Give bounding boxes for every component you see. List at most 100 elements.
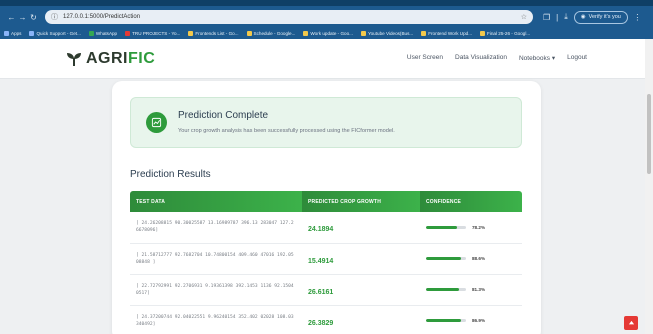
address-url[interactable]: 127.0.0.1:5000/PredictAction <box>63 14 521 20</box>
confidence-bar-fill <box>426 288 459 291</box>
browser-toolbar: ← → ↻ ⓘ 127.0.0.1:5000/PredictAction ☆ ❐… <box>0 6 653 28</box>
bookmark-label: Final 25-26 - Googl... <box>487 31 531 36</box>
bookmarks-bar: Apps Quick Support - Get... WhatsApp TRU PR… <box>0 28 653 39</box>
bookmark-star-icon[interactable]: ☆ <box>521 13 527 21</box>
scroll-to-top-button[interactable] <box>624 316 638 330</box>
app-navbar: AGRIFIC User Screen Data Visualization N… <box>0 39 645 79</box>
page-scrollbar[interactable] <box>645 39 653 334</box>
nav-link-user-screen[interactable]: User Screen <box>407 54 443 62</box>
table-row: [ 22.72792991 92.2706931 9.19361398 392.… <box>130 274 522 306</box>
confidence-cell: 78.2% <box>420 212 522 244</box>
bookmark-item[interactable]: Work update - Goo... <box>303 31 353 36</box>
bookmark-favicon-icon <box>303 31 309 36</box>
results-table: TEST DATA PREDICTED CROP GROWTH CONFIDEN… <box>130 191 522 334</box>
bookmark-item[interactable]: Schedule - Google... <box>246 31 296 36</box>
prediction-cell: 26.6161 <box>302 274 420 306</box>
confidence-percent: 78.2% <box>472 224 486 230</box>
bookmark-item[interactable]: Frontend Work Upd... <box>421 31 472 36</box>
bookmark-label: Work update - Goo... <box>310 31 353 36</box>
bookmark-favicon-icon <box>246 31 252 36</box>
scrollbar-thumb[interactable] <box>647 94 651 174</box>
predicted-growth-value: 26.3829 <box>308 319 334 327</box>
success-alert: Prediction Complete Your crop growth ana… <box>130 97 522 148</box>
arrow-up-icon <box>628 320 634 324</box>
site-info-icon[interactable]: ⓘ <box>51 12 58 22</box>
test-data-cell: [ 24.26208815 90.30025587 13.16989787 39… <box>130 212 302 244</box>
bookmark-label: WhatsApp <box>95 31 118 36</box>
bookmark-favicon-icon <box>421 31 427 36</box>
reload-icon[interactable]: ↻ <box>28 13 39 22</box>
brand-logo[interactable]: AGRIFIC <box>66 50 155 68</box>
leaf-logo-icon <box>67 53 81 66</box>
page-content: Prediction Complete Your crop growth ana… <box>0 79 645 334</box>
bookmark-label: Quick Support - Get... <box>36 31 81 36</box>
bookmark-label: Frontends List - Go... <box>195 31 239 36</box>
bookmark-favicon-icon <box>88 31 94 36</box>
alert-title: Prediction Complete <box>178 110 269 121</box>
bookmark-item[interactable]: WhatsApp <box>88 31 118 36</box>
prediction-cell: 24.1894 <box>302 212 420 244</box>
predicted-growth-value: 24.1894 <box>308 226 334 234</box>
column-header-test-data: TEST DATA <box>130 191 302 212</box>
confidence-percent: 88.6% <box>472 256 486 261</box>
bookmark-favicon-icon <box>480 31 486 36</box>
test-data-values: [ 22.72792991 92.2706931 9.19361398 392.… <box>136 283 294 296</box>
bookmark-favicon-icon <box>125 31 131 36</box>
bookmark-favicon-icon <box>29 31 35 36</box>
bookmark-item[interactable]: Youtube Videos(Bus... <box>360 31 414 36</box>
verify-label: Verify it's you <box>588 14 621 20</box>
column-header-prediction: PREDICTED CROP GROWTH <box>302 191 420 212</box>
test-data-values: [ 21.58712777 92.7682704 10.74800154 409… <box>136 252 294 265</box>
bookmark-item[interactable]: Quick Support - Get... <box>29 31 81 36</box>
bookmark-favicon-icon <box>188 31 194 36</box>
confidence-cell: 86.9% <box>420 305 522 334</box>
test-data-cell: [ 24.37200744 92.04022551 9.96240154 352… <box>130 305 302 334</box>
prediction-cell: 15.4914 <box>302 243 420 275</box>
bookmark-label: Apps <box>11 31 22 36</box>
results-title: Prediction Results <box>130 169 211 180</box>
back-icon[interactable]: ← <box>6 13 17 22</box>
table-row: [ 21.58712777 92.7682704 10.74800154 409… <box>130 243 522 275</box>
prediction-cell: 26.3829 <box>302 305 420 334</box>
confidence-bar <box>426 225 466 229</box>
bookmark-item[interactable]: Apps <box>4 31 21 36</box>
nav-link-logout[interactable]: Logout <box>567 54 587 62</box>
results-card: Prediction Complete Your crop growth ana… <box>112 81 541 334</box>
confidence-bar <box>426 319 466 322</box>
extensions-icon[interactable]: ❐ <box>543 13 550 22</box>
nav-link-notebooks[interactable]: Notebooks ▾ <box>519 54 555 62</box>
nav-link-data-visualization[interactable]: Data Visualization <box>455 54 507 62</box>
profile-avatar-icon: ◉ <box>580 14 586 20</box>
table-row: [ 24.37200744 92.04022551 9.96240154 352… <box>130 305 522 334</box>
address-bar[interactable]: ⓘ 127.0.0.1:5000/PredictAction ☆ <box>45 10 533 24</box>
table-row: [ 24.26208815 90.30025587 13.16989787 39… <box>130 212 522 244</box>
bookmark-label: Frontend Work Upd... <box>428 31 473 36</box>
bookmark-item[interactable]: Frontends List - Go... <box>188 31 239 36</box>
confidence-bar-fill <box>426 257 462 260</box>
predicted-growth-value: 26.6161 <box>308 288 334 296</box>
verify-profile-button[interactable]: ◉ Verify it's you <box>573 10 628 24</box>
bookmark-favicon-icon <box>4 31 9 36</box>
table-header-row: TEST DATA PREDICTED CROP GROWTH CONFIDEN… <box>130 191 522 212</box>
confidence-bar-fill <box>426 319 461 322</box>
separator-icon: | <box>556 12 559 22</box>
confidence-cell: 88.6% <box>420 243 522 275</box>
forward-icon[interactable]: → <box>17 13 28 22</box>
brand-name: AGRIFIC <box>86 50 156 67</box>
bookmark-item[interactable]: Final 25-26 - Googl... <box>480 31 530 36</box>
confidence-cell: 81.3% <box>420 274 522 306</box>
bookmark-item[interactable]: TRU PROJECTS - Yo... <box>125 31 180 36</box>
confidence-bar-fill <box>426 225 458 229</box>
confidence-bar <box>426 288 466 291</box>
bookmark-label: Schedule - Google... <box>253 31 296 36</box>
test-data-cell: [ 22.72792991 92.2706931 9.19361398 392.… <box>130 274 302 306</box>
predicted-growth-value: 15.4914 <box>308 257 334 265</box>
bookmark-label: TRU PROJECTS - Yo... <box>132 31 181 36</box>
test-data-cell: [ 21.58712777 92.7682704 10.74800154 409… <box>130 243 302 275</box>
alert-message: Your crop growth analysis has been succe… <box>178 128 395 134</box>
download-icon[interactable]: ⤓ <box>564 12 568 22</box>
bookmark-label: Youtube Videos(Bus... <box>367 31 414 36</box>
test-data-values: [ 24.37200744 92.04022551 9.96240154 352… <box>136 314 294 327</box>
bookmark-favicon-icon <box>360 31 366 36</box>
menu-kebab-icon[interactable]: ⋮ <box>632 13 643 22</box>
